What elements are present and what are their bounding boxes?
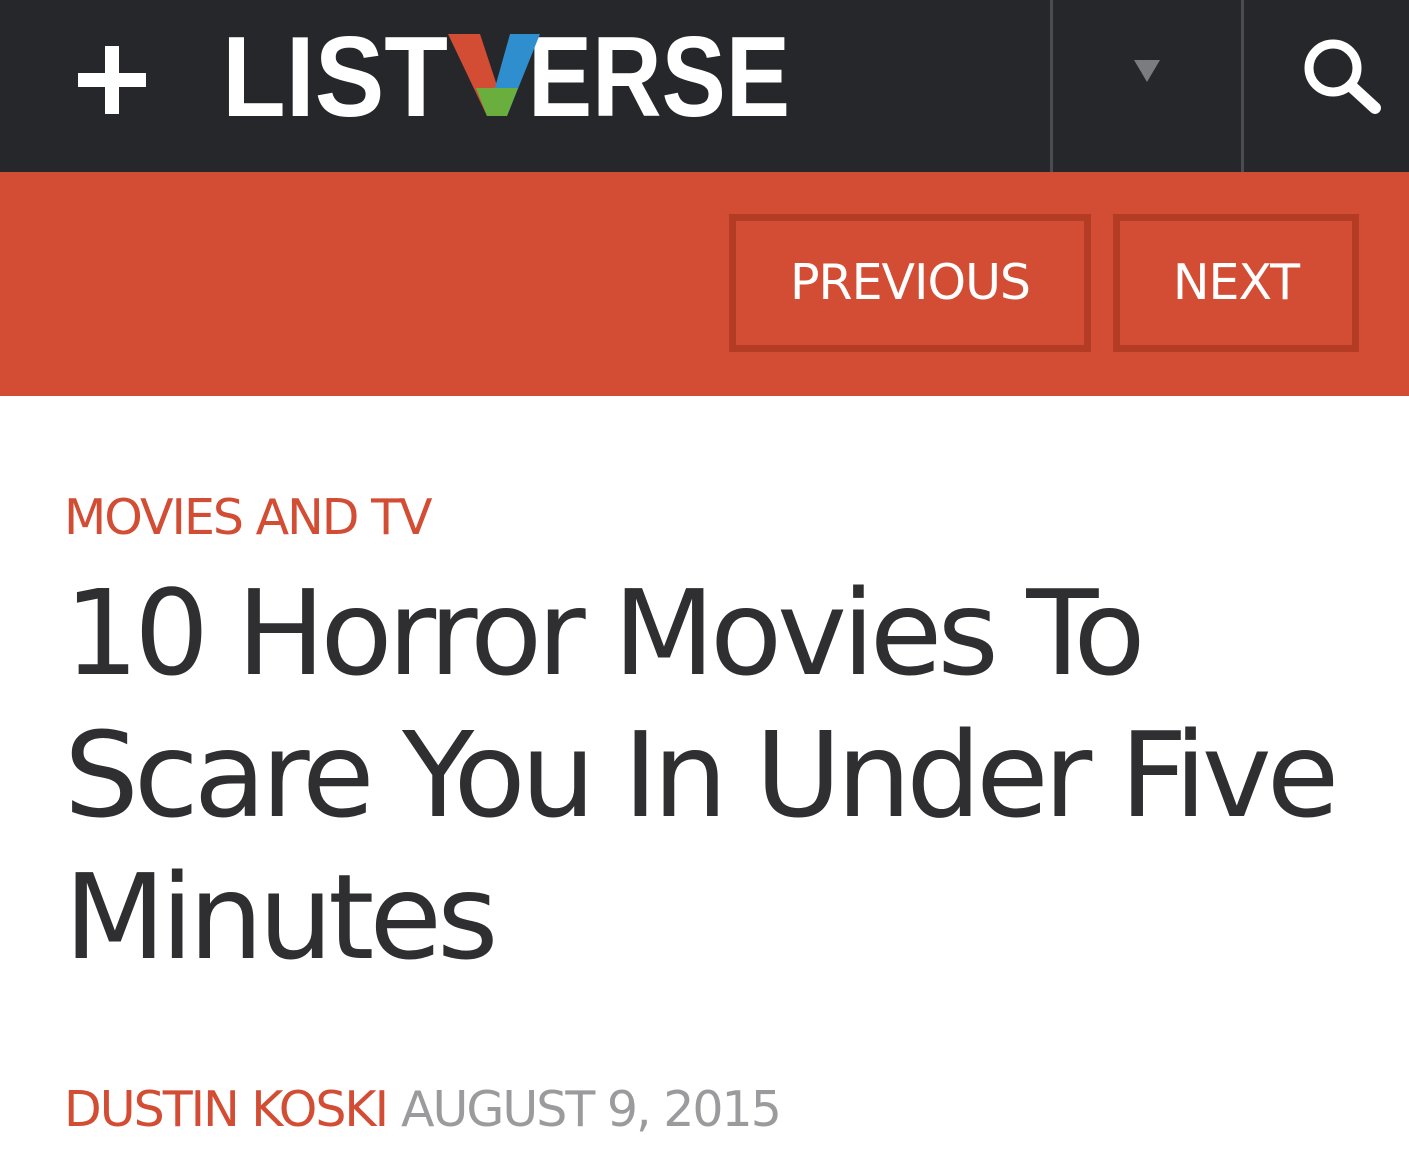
dropdown-menu-button[interactable] (1053, 0, 1241, 172)
search-button[interactable] (1244, 0, 1409, 172)
byline: DUSTIN KOSKI AUGUST 9, 2015 (64, 1078, 782, 1142)
logo-wordmark: LIST ERSE (222, 18, 790, 138)
author-link[interactable]: DUSTIN KOSKI (64, 1081, 389, 1138)
top-header: LIST ERSE (0, 0, 1409, 172)
logo-text-list: LIST (222, 18, 448, 138)
logo-text-erse: ERSE (528, 18, 790, 138)
category-link[interactable]: MOVIES AND TV (64, 486, 433, 550)
search-icon (1304, 39, 1381, 114)
logo-v-mark (448, 34, 540, 116)
plus-menu-button[interactable] (78, 44, 148, 114)
article-title: 10 Horror Movies To Scare You In Under F… (64, 564, 1339, 986)
article-nav: PREVIOUS NEXT (0, 172, 1409, 396)
listverse-logo[interactable]: LIST ERSE (222, 18, 792, 138)
publish-date: AUGUST 9, 2015 (401, 1081, 782, 1138)
dropdown-triangle-icon (1134, 60, 1160, 82)
page: LIST ERSE PREVIOUS NEXT MOVIES AND TV 10… (0, 0, 1409, 1163)
next-button[interactable]: NEXT (1113, 214, 1359, 352)
previous-button[interactable]: PREVIOUS (729, 214, 1091, 352)
